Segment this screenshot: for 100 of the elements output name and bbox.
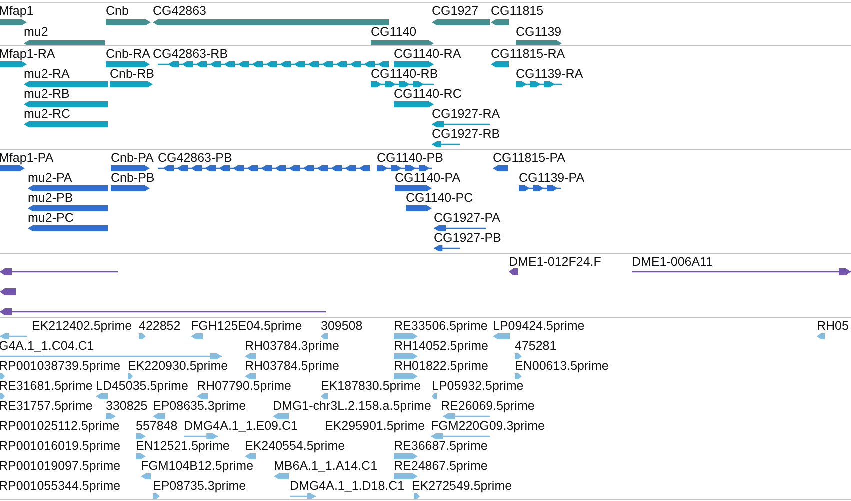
est-glyph[interactable]	[153, 413, 165, 420]
feature-label[interactable]: CG11815	[491, 4, 544, 18]
est-glyph[interactable]	[394, 453, 418, 460]
est-glyph[interactable]	[273, 413, 289, 420]
est-glyph[interactable]	[197, 393, 208, 400]
feature-label[interactable]: 330825	[106, 399, 148, 413]
feature-label[interactable]: Cnb-PA	[111, 151, 154, 165]
est-glyph[interactable]	[321, 393, 328, 400]
feature-label[interactable]: EN12521.5prime	[136, 439, 230, 453]
feature-label[interactable]: CG1140-RA	[394, 47, 462, 61]
protein-glyph[interactable]	[406, 205, 432, 212]
clone-glyph[interactable]	[632, 268, 851, 276]
gene-bar[interactable]	[24, 40, 105, 45]
est-glyph[interactable]	[139, 333, 146, 340]
protein-glyph[interactable]	[28, 225, 108, 232]
feature-label[interactable]: RH07790.5prime	[197, 379, 292, 393]
feature-label[interactable]: DME1-012F24.F	[509, 255, 602, 269]
gene-bar[interactable]	[106, 19, 151, 26]
est-glyph[interactable]	[245, 353, 256, 360]
feature-label[interactable]: EK212402.5prime	[32, 319, 132, 333]
transcript-glyph[interactable]	[491, 61, 509, 68]
protein-glyph[interactable]	[28, 185, 108, 192]
feature-label[interactable]: RP001019097.5prime	[0, 459, 121, 473]
transcript-glyph[interactable]	[371, 81, 434, 88]
est-glyph[interactable]	[106, 413, 116, 420]
protein-glyph[interactable]	[111, 185, 150, 192]
transcript-glyph[interactable]	[432, 141, 460, 148]
est-glyph[interactable]	[0, 353, 222, 360]
est-glyph[interactable]	[191, 333, 203, 340]
gene-bar[interactable]	[516, 40, 562, 45]
feature-label[interactable]: Cnb-RB	[110, 67, 154, 81]
feature-label[interactable]: CG1927-PA	[434, 211, 500, 225]
feature-label[interactable]: CG1139-RA	[516, 67, 584, 81]
feature-label[interactable]: CG42863-PB	[158, 151, 232, 165]
protein-glyph[interactable]	[111, 165, 150, 172]
feature-label[interactable]: RH14052.5prime	[394, 339, 488, 353]
feature-label[interactable]: MB6A.1_1.A14.C1	[274, 459, 378, 473]
transcript-glyph[interactable]	[394, 101, 434, 108]
transcript-glyph[interactable]	[432, 121, 490, 128]
feature-label[interactable]: G4A.1_1.C04.C1	[0, 339, 94, 353]
feature-label[interactable]: RP001016019.5prime	[0, 439, 121, 453]
feature-label[interactable]: CG11815-RA	[491, 47, 566, 61]
est-glyph[interactable]	[515, 373, 522, 380]
est-glyph[interactable]	[153, 493, 160, 499]
transcript-glyph[interactable]	[24, 81, 108, 88]
transcript-glyph[interactable]	[110, 81, 153, 88]
est-glyph[interactable]	[128, 373, 133, 380]
transcript-glyph[interactable]	[24, 121, 108, 128]
feature-label[interactable]: 309508	[321, 319, 363, 333]
gene-bar[interactable]	[153, 19, 389, 26]
gene-bar[interactable]	[371, 40, 434, 45]
est-glyph[interactable]	[0, 373, 5, 380]
feature-label[interactable]: mu2-RC	[24, 107, 71, 121]
feature-label[interactable]: LP05932.5prime	[432, 379, 524, 393]
feature-label[interactable]: RP001055344.5prime	[0, 479, 121, 493]
est-glyph[interactable]	[245, 453, 256, 460]
feature-label[interactable]: DMG4A.1_1.D18.C1	[290, 479, 405, 493]
feature-label[interactable]: 475281	[515, 339, 557, 353]
feature-label[interactable]: Cnb-RA	[106, 47, 150, 61]
transcript-glyph[interactable]	[394, 61, 434, 68]
est-glyph[interactable]	[321, 333, 328, 340]
protein-glyph[interactable]	[28, 205, 108, 212]
feature-label[interactable]: EK220930.5prime	[128, 359, 228, 373]
est-glyph[interactable]	[515, 353, 522, 360]
feature-label[interactable]: DMG1-chr3L.2.158.a.5prime	[273, 399, 432, 413]
feature-label[interactable]: CG1927-RB	[432, 127, 500, 141]
protein-glyph[interactable]	[377, 165, 432, 172]
feature-label[interactable]: DME1-006A11	[632, 255, 714, 269]
protein-glyph[interactable]	[493, 165, 508, 172]
protein-glyph[interactable]	[0, 165, 25, 172]
feature-label[interactable]: RH05	[817, 319, 849, 333]
feature-label[interactable]: FGH125E04.5prime	[191, 319, 302, 333]
transcript-glyph[interactable]	[0, 61, 27, 68]
est-glyph[interactable]	[493, 333, 510, 340]
est-glyph[interactable]	[136, 453, 146, 460]
feature-label[interactable]: Cnb-PB	[111, 171, 155, 185]
est-glyph[interactable]	[274, 473, 289, 480]
feature-label[interactable]: Cnb	[106, 4, 129, 18]
feature-label[interactable]: CG42863-RB	[153, 47, 228, 61]
feature-label[interactable]: CG1140-RC	[394, 87, 462, 101]
gene-bar[interactable]	[0, 19, 27, 26]
feature-label[interactable]: CG1140-RB	[371, 67, 438, 81]
feature-label[interactable]: CG1140	[371, 25, 417, 39]
feature-label[interactable]: EN00613.5prime	[515, 359, 609, 373]
feature-label[interactable]: FGM220G09.3prime	[431, 419, 545, 433]
protein-glyph[interactable]	[434, 225, 486, 232]
feature-label[interactable]: CG11815-PA	[493, 151, 566, 165]
feature-label[interactable]: CG1140-PA	[395, 171, 461, 185]
feature-label[interactable]: mu2-RA	[24, 67, 70, 81]
est-glyph[interactable]	[96, 393, 108, 400]
feature-label[interactable]: mu2-PA	[28, 171, 72, 185]
feature-label[interactable]: EK272549.5prime	[412, 479, 512, 493]
transcript-glyph[interactable]	[106, 61, 150, 68]
feature-label[interactable]: RH01822.5prime	[394, 359, 488, 373]
feature-label[interactable]: CG1927-PB	[434, 231, 502, 245]
feature-label[interactable]: mu2-PB	[28, 191, 74, 205]
est-glyph[interactable]	[184, 433, 218, 440]
feature-label[interactable]: RE24867.5prime	[394, 459, 488, 473]
feature-label[interactable]: EP08635.3prime	[153, 399, 246, 413]
est-glyph[interactable]	[136, 433, 146, 440]
